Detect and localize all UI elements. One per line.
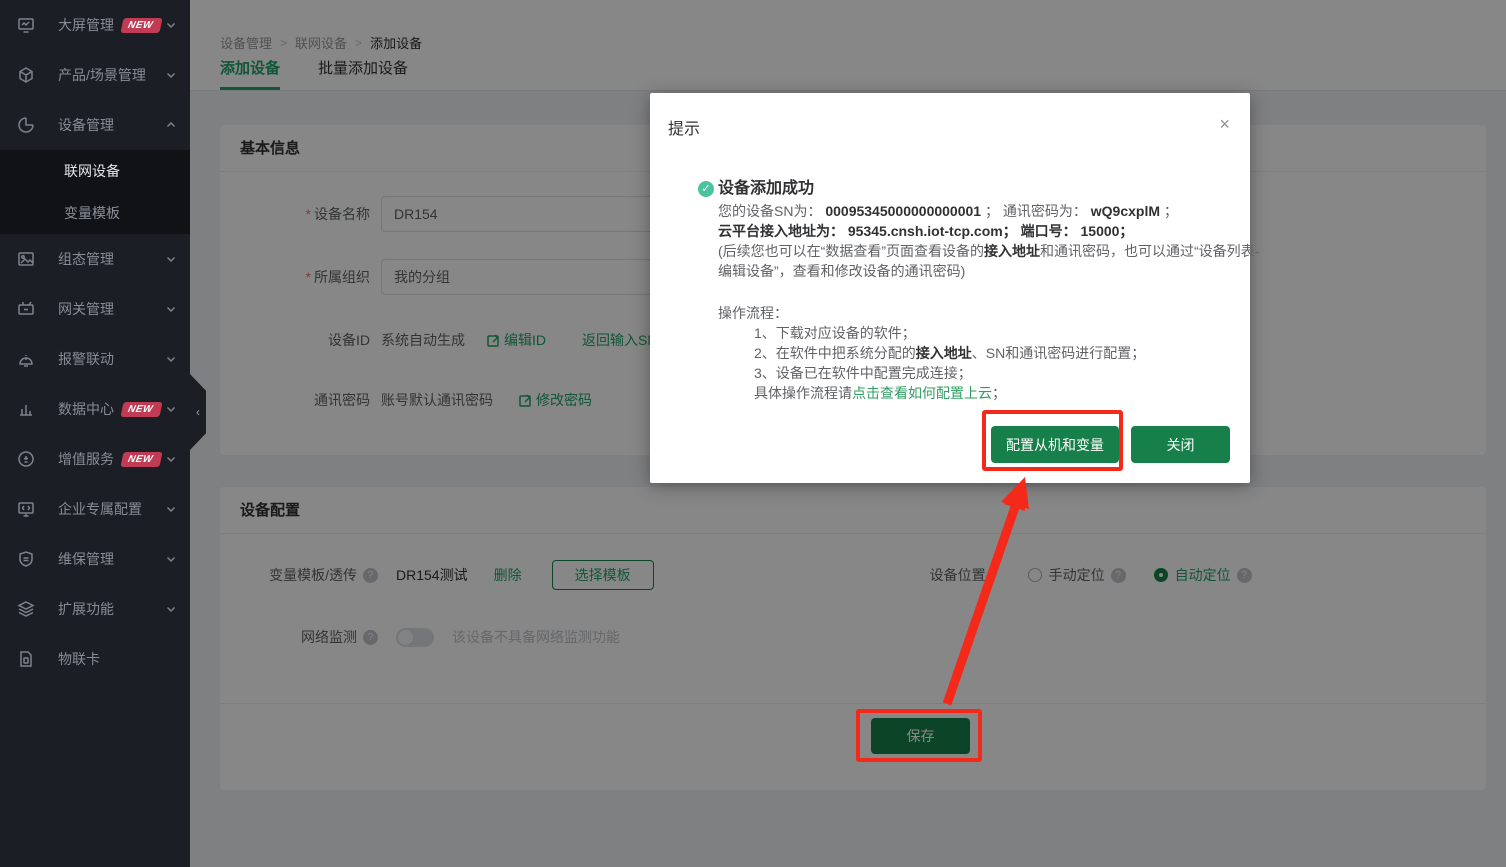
app-root: 大屏管理 NEW 产品/场景管理 设备管理 联网设备 变量模板 组态管理 (0, 0, 1506, 867)
sidebar-item-extended-functions[interactable]: 扩展功能 (0, 584, 190, 634)
address-line: 云平台接入地址为： 95345.cnsh.iot-tcp.com； 端口号： 1… (718, 221, 1266, 241)
sidebar-item-label: 扩展功能 (58, 599, 114, 619)
note-line: (后续您也可以在“数据查看”页面查看设备的接入地址和通讯密码，也可以通过“设备列… (718, 241, 1266, 281)
alarm-bell-icon (16, 349, 36, 369)
chevron-up-icon (166, 117, 176, 133)
shield-icon (16, 549, 36, 569)
sub-item-label: 联网设备 (64, 161, 120, 181)
sidebar-item-label: 产品/场景管理 (58, 65, 146, 85)
collapse-icon: ‹ (196, 405, 200, 419)
gateway-icon (16, 299, 36, 319)
sidebar-item-label: 增值服务 (58, 449, 114, 469)
chevron-down-icon (166, 551, 176, 567)
sidebar-item-alarm-linkage[interactable]: 报警联动 (0, 334, 190, 384)
sidebar-item-device-management[interactable]: 设备管理 (0, 100, 190, 150)
chevron-down-icon (166, 501, 176, 517)
check-icon: ✓ (698, 181, 714, 197)
device-sn-value: 00095345000000000001 (825, 203, 981, 219)
sidebar-item-label: 大屏管理 (58, 15, 114, 35)
sidebar-item-label: 数据中心 (58, 399, 114, 419)
chevron-down-icon (166, 351, 176, 367)
sidebar-item-product-scene[interactable]: 产品/场景管理 (0, 50, 190, 100)
sidebar-item-screen-management[interactable]: 大屏管理 NEW (0, 0, 190, 50)
flow-step-3: 3、设备已在软件中配置完成连接； (718, 363, 1266, 383)
layers-icon (16, 599, 36, 619)
chevron-down-icon (166, 17, 176, 33)
sidebar-item-label: 企业专属配置 (58, 499, 142, 519)
how-to-configure-link[interactable]: 点击查看如何配置上云 (852, 385, 992, 401)
sidebar-item-variable-template[interactable]: 变量模板 (0, 192, 190, 234)
flow-step-4: 具体操作流程请点击查看如何配置上云； (718, 383, 1266, 403)
flow-title: 操作流程： (718, 303, 1266, 323)
sidebar-item-label: 报警联动 (58, 349, 114, 369)
dialog-title: 提示 (668, 115, 700, 139)
close-icon[interactable]: × (1219, 115, 1230, 133)
sidebar-item-gateway-management[interactable]: 网关管理 (0, 284, 190, 334)
sidebar-item-data-center[interactable]: 数据中心 NEW (0, 384, 190, 434)
sidebar: 大屏管理 NEW 产品/场景管理 设备管理 联网设备 变量模板 组态管理 (0, 0, 190, 867)
bar-chart-icon (16, 399, 36, 419)
notice-dialog: 提示 × ✓ 设备添加成功 您的设备SN为： 00095345000000000… (650, 93, 1250, 483)
chevron-down-icon (166, 301, 176, 317)
sidebar-item-label: 网关管理 (58, 299, 114, 319)
new-badge: NEW (120, 402, 162, 417)
sidebar-submenu-device: 联网设备 变量模板 (0, 150, 190, 234)
sub-item-label: 变量模板 (64, 203, 120, 223)
flow-step-2: 2、在软件中把系统分配的接入地址、SN和通讯密码进行配置； (718, 343, 1266, 363)
sidebar-item-label: 维保管理 (58, 549, 114, 569)
sidebar-item-enterprise-config[interactable]: 企业专属配置 (0, 484, 190, 534)
monitor-code-icon (16, 499, 36, 519)
sidebar-item-label: 组态管理 (58, 249, 114, 269)
sidebar-item-label: 物联卡 (58, 649, 100, 669)
new-badge: NEW (120, 452, 162, 467)
dialog-footer: 配置从机和变量 关闭 (650, 426, 1250, 463)
image-icon (16, 249, 36, 269)
chevron-down-icon (166, 401, 176, 417)
sidebar-item-iot-card[interactable]: 物联卡 (0, 634, 190, 684)
screen-icon (16, 15, 36, 35)
dialog-body: ✓ 设备添加成功 您的设备SN为： 00095345000000000001 ；… (718, 179, 1266, 403)
sn-line: 您的设备SN为： 00095345000000000001 ； 通讯密码为： w… (718, 201, 1266, 221)
sidebar-item-network-devices[interactable]: 联网设备 (0, 150, 190, 192)
sidebar-item-value-added-services[interactable]: 增值服务 NEW (0, 434, 190, 484)
success-title: 设备添加成功 (718, 179, 1266, 199)
sidebar-item-label: 设备管理 (58, 115, 114, 135)
comm-password-value: wQ9cxplM (1091, 203, 1160, 219)
chevron-down-icon (166, 251, 176, 267)
cube-icon (16, 65, 36, 85)
pie-chart-icon (16, 115, 36, 135)
sidebar-item-maintenance-management[interactable]: 维保管理 (0, 534, 190, 584)
sidebar-item-configuration-management[interactable]: 组态管理 (0, 234, 190, 284)
close-button[interactable]: 关闭 (1131, 426, 1230, 463)
flow-step-1: 1、下载对应设备的软件； (718, 323, 1266, 343)
configure-slave-variables-button[interactable]: 配置从机和变量 (991, 426, 1119, 463)
service-circle-icon (16, 449, 36, 469)
sim-card-icon (16, 649, 36, 669)
chevron-down-icon (166, 451, 176, 467)
chevron-down-icon (166, 601, 176, 617)
new-badge: NEW (120, 18, 162, 33)
chevron-down-icon (166, 67, 176, 83)
